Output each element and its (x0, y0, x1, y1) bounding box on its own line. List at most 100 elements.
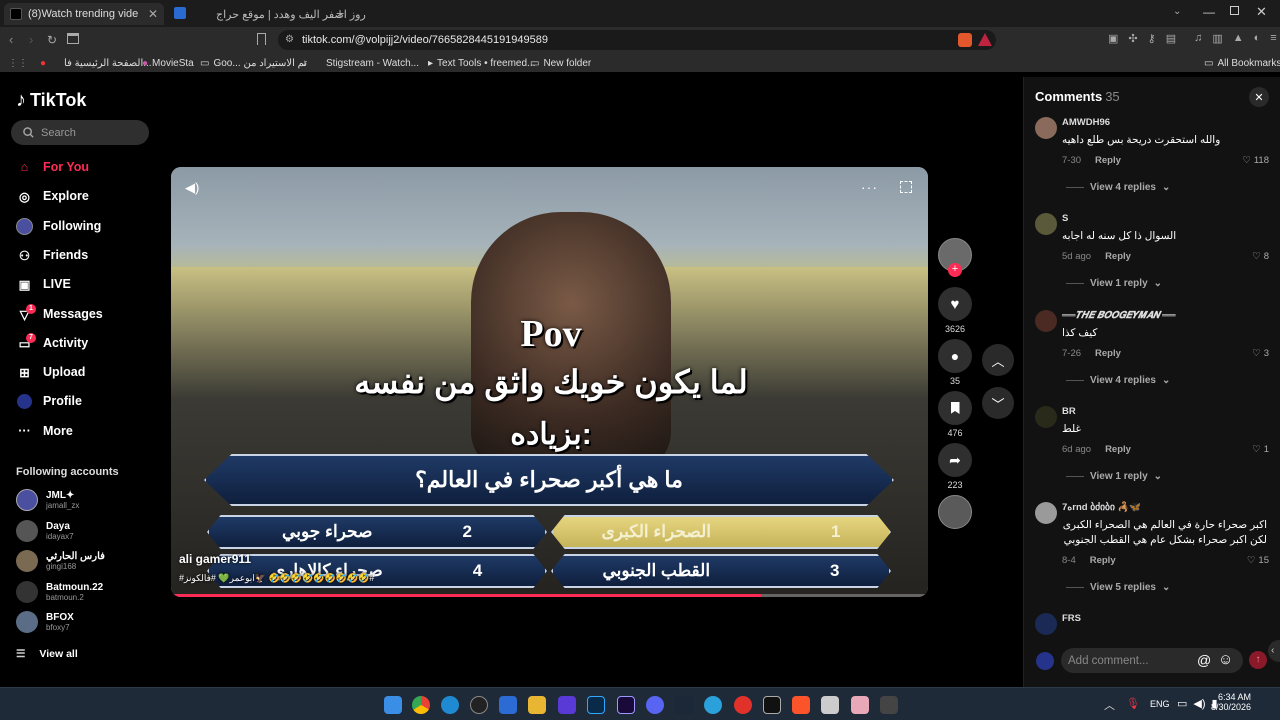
view-replies[interactable]: View 4 replies ⌄ (1066, 375, 1170, 386)
account-item[interactable]: JML✦ jamall_zx (16, 486, 79, 514)
telegram-icon[interactable] (704, 696, 722, 714)
url-bar[interactable]: ⚙ tiktok.com/@volpijj2/video/76658284451… (278, 30, 996, 50)
vpn-icon[interactable]: ◐ (1254, 32, 1261, 45)
tiktok-logo[interactable]: ♪ TikTok (16, 89, 86, 112)
all-bookmarks[interactable]: ▭ All Bookmarks (1204, 56, 1280, 70)
view-replies[interactable]: View 4 replies ⌄ (1066, 182, 1170, 193)
maximize-icon[interactable] (1230, 6, 1239, 15)
music-disc-avatar[interactable] (938, 495, 972, 529)
account-item[interactable]: Daya idayax7 (16, 517, 74, 545)
font-app-icon[interactable] (763, 696, 781, 714)
follow-plus-icon[interactable]: + (948, 263, 962, 277)
nav-activity[interactable]: ▭ 7 Activity (16, 332, 88, 354)
tiktok-bookmark-icon[interactable]: ♪ (302, 56, 307, 70)
bookmark-item[interactable]: ▭ New folder (530, 56, 591, 70)
comment-user[interactable]: FRS (1062, 613, 1081, 624)
comment-user[interactable]: ══𝑻𝑯𝑬 𝑩𝑶𝑶𝑮𝑬𝒀𝑴𝑨𝑵 ══ (1062, 310, 1176, 321)
comment-like[interactable]: ♡ 1 (1252, 444, 1269, 455)
discord-icon[interactable] (646, 696, 664, 714)
comment-user[interactable]: ه7rnd ბძიბი 🦂🦋 (1062, 502, 1141, 513)
photoshop-icon[interactable] (587, 696, 605, 714)
avatar[interactable] (1035, 613, 1057, 635)
premiere-icon[interactable] (617, 696, 635, 714)
window-close-icon[interactable]: ✕ (1256, 4, 1267, 20)
comments-close-button[interactable]: ✕ (1249, 87, 1269, 107)
media-icon[interactable]: ♫ (1194, 32, 1202, 45)
save-button[interactable] (938, 391, 972, 425)
previous-video-button[interactable]: ︿ (982, 344, 1014, 376)
view-replies[interactable]: View 1 reply ⌄ (1066, 471, 1162, 482)
search-input[interactable]: Search (11, 120, 149, 145)
emoji-icon[interactable]: ☺ (1218, 651, 1233, 668)
nav-live[interactable]: ▣ LIVE (16, 273, 71, 295)
video-player[interactable]: ◀) ··· Pov لما يكون خويك واثق من نفسه بز… (171, 167, 928, 597)
app-icon[interactable] (851, 696, 869, 714)
nav-for-you[interactable]: ⌂ For You (16, 156, 89, 178)
media-player-icon[interactable] (558, 696, 576, 714)
add-comment-input[interactable]: Add comment... @ ☺ (1061, 648, 1243, 673)
github-icon[interactable] (470, 696, 488, 714)
comment-user[interactable]: BR (1062, 406, 1076, 417)
nav-explore[interactable]: ◎ Explore (16, 185, 89, 207)
microphone-icon[interactable]: 🎙 (1126, 697, 1140, 710)
avatar[interactable] (1035, 117, 1057, 139)
comment-user[interactable]: S (1062, 213, 1068, 224)
new-tab-icon[interactable]: + (336, 5, 344, 21)
comment-user[interactable]: AMWDH96 (1062, 117, 1110, 128)
avatar[interactable] (1035, 502, 1057, 524)
volume-icon[interactable]: ◀) (185, 180, 199, 196)
forward-icon[interactable]: › (29, 32, 33, 47)
store-icon[interactable] (499, 696, 517, 714)
apps-grid-icon[interactable]: ⋮⋮ (8, 56, 28, 70)
edge-icon[interactable] (441, 696, 459, 714)
nav-friends[interactable]: ⚇ Friends (16, 244, 88, 266)
browser-tab[interactable]: روز اصفر اليف وهدد | موقع حراج (210, 3, 370, 25)
bookmark-item[interactable]: ▸ Text Tools • freemed... (428, 56, 535, 70)
comment-button[interactable]: ● (938, 339, 972, 373)
video-hashtags[interactable]: #ابوعمر💚 #فالكونز🦅 🤣🤣🤣🤣🤣🤣🤣🤣🤣# (179, 573, 374, 584)
bookmark-item[interactable]: ▭ Goo... تم الاستيراد من (200, 56, 307, 70)
comment-like[interactable]: ♡ 15 (1247, 555, 1269, 566)
browser-tab-active[interactable]: (8)Watch trending videos for ✕ (4, 3, 164, 25)
nav-profile[interactable]: Profile (16, 390, 82, 412)
mention-icon[interactable]: @ (1197, 652, 1211, 668)
avatar[interactable] (1035, 406, 1057, 428)
extension-icon[interactable]: ▣ (1108, 32, 1118, 45)
reply-button[interactable]: Reply (1105, 251, 1131, 262)
avatar[interactable] (1035, 310, 1057, 332)
next-video-button[interactable]: ﹀ (982, 387, 1014, 419)
home-button-icon[interactable] (67, 33, 79, 44)
reply-button[interactable]: Reply (1095, 348, 1121, 359)
account-item[interactable]: فارس الحارثي gingi168 (16, 547, 105, 575)
puzzle-icon[interactable]: ✣ (1128, 32, 1137, 45)
view-replies[interactable]: View 5 replies ⌄ (1066, 582, 1170, 593)
brave-icon[interactable] (792, 696, 810, 714)
view-all-link[interactable]: ☰ View all (16, 643, 78, 665)
site-info-icon[interactable]: ⚙ (285, 30, 294, 50)
bookmark-item[interactable]: Stigstream - Watch... (326, 56, 419, 70)
share-button[interactable]: ➦ (938, 443, 972, 477)
brave-rewards-icon[interactable] (978, 33, 992, 46)
back-icon[interactable]: ‹ (9, 32, 13, 47)
menu-icon[interactable]: ≡ (1270, 32, 1276, 45)
nav-more[interactable]: ··· More (16, 420, 73, 442)
brave-shield-icon[interactable] (958, 33, 972, 47)
account-item[interactable]: Batmoun.22 batmoun.2 (16, 578, 103, 606)
avatar[interactable] (1035, 213, 1057, 235)
reload-icon[interactable]: ↻ (47, 33, 57, 47)
reply-button[interactable]: Reply (1095, 155, 1121, 166)
comment-like[interactable]: ♡ 8 (1252, 251, 1269, 262)
reading-list-icon[interactable]: ▲ (1233, 32, 1244, 45)
like-button[interactable]: ♥ (938, 287, 972, 321)
tab-search-chevron-icon[interactable]: ⌄ (1173, 6, 1181, 17)
key-icon[interactable]: ⚷ (1148, 32, 1156, 45)
steam-icon[interactable] (675, 696, 693, 714)
bookmark-icon[interactable] (257, 33, 266, 45)
fullscreen-icon[interactable] (900, 181, 912, 193)
tab-close-icon[interactable]: ✕ (148, 7, 158, 21)
reply-button[interactable]: Reply (1105, 444, 1131, 455)
bookmark-item[interactable]: ● MovieSta (142, 56, 194, 70)
nav-messages[interactable]: ▽ 1 Messages (16, 303, 103, 325)
nav-upload[interactable]: ⊞ Upload (16, 361, 85, 383)
bookmark-item[interactable]: ● الصفحة الرئيسية فا... (40, 56, 152, 70)
